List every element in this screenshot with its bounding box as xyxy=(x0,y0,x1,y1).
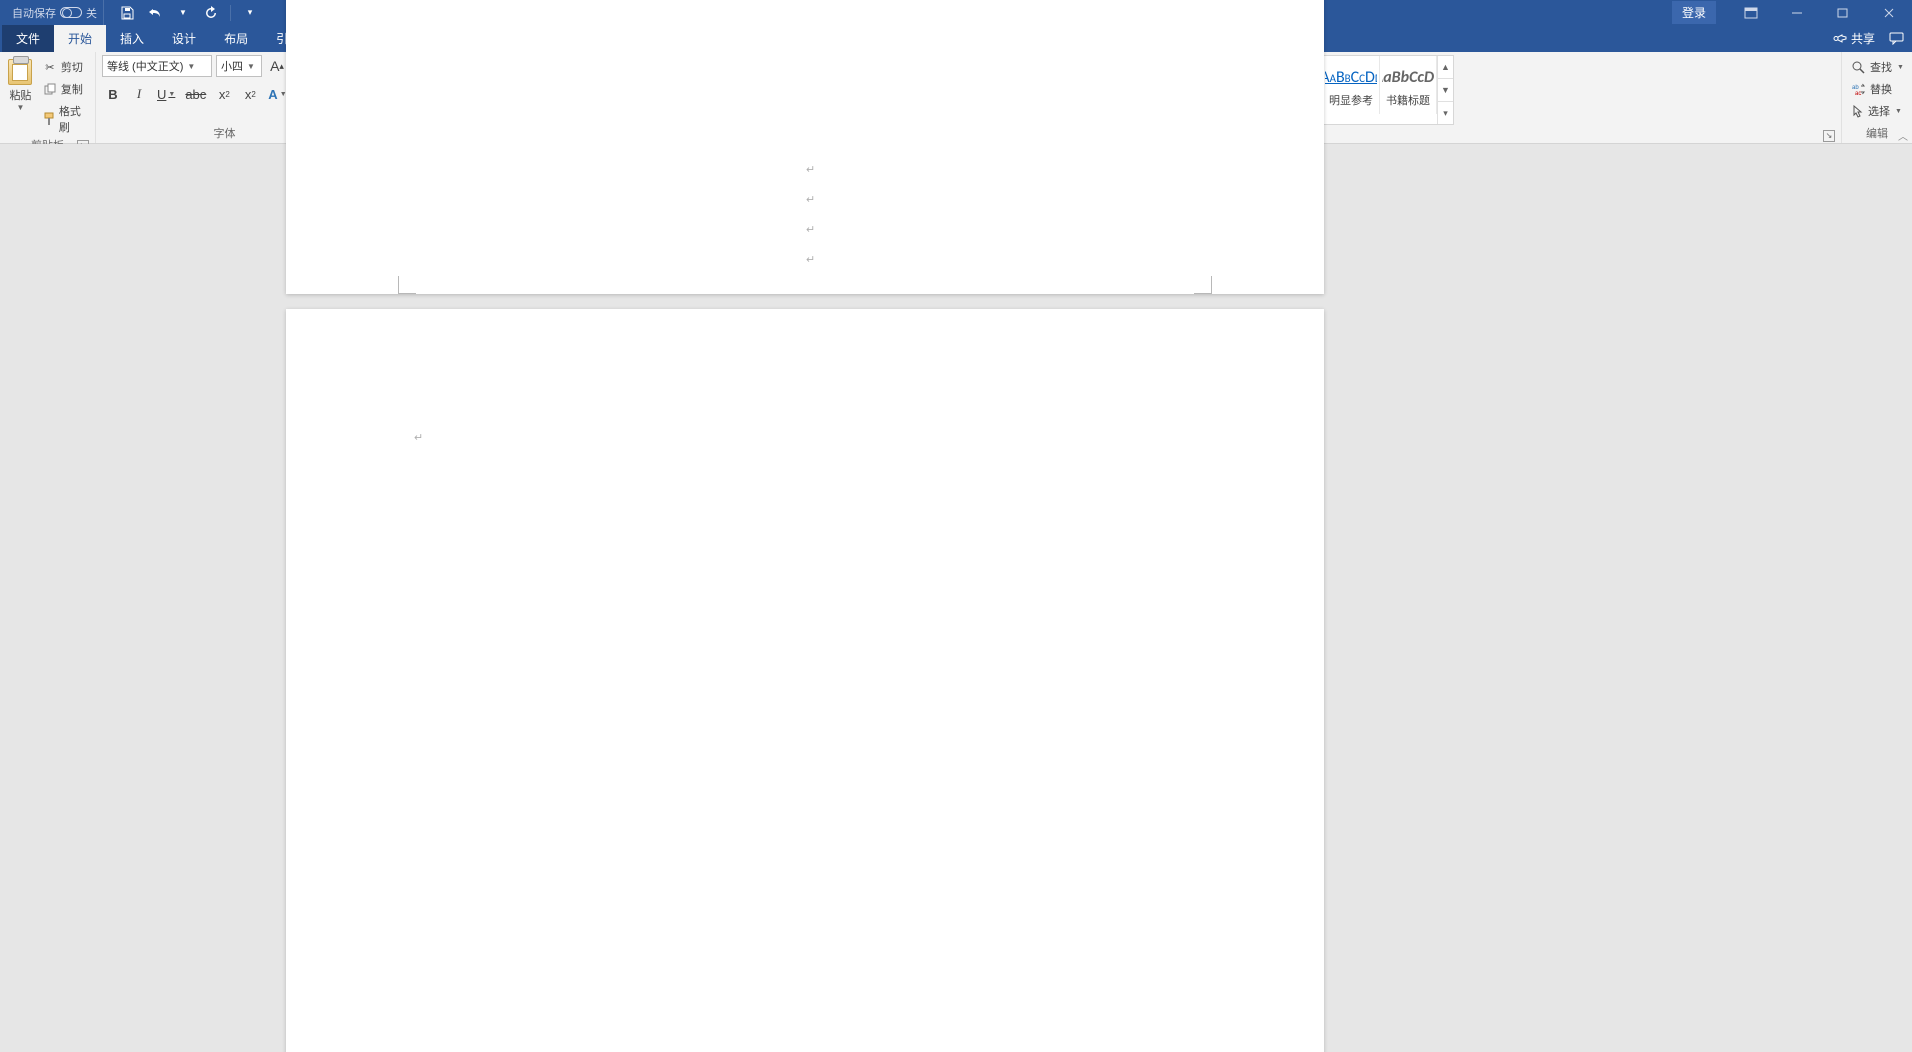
style-swatch[interactable]: AaBbCcDd明显参考 xyxy=(1323,56,1380,114)
tab-home[interactable]: 开始 xyxy=(54,25,106,52)
gallery-scroll: ▲▼▾ xyxy=(1437,56,1453,124)
paragraph-mark-icon: ↵ xyxy=(806,253,815,266)
margin-corner-icon xyxy=(1194,276,1212,294)
customize-qat-caret-icon[interactable]: ▾ xyxy=(241,4,259,22)
scissors-icon: ✂ xyxy=(43,60,57,74)
autosave-state: 关 xyxy=(86,5,97,21)
comment-icon xyxy=(1889,32,1904,45)
close-icon[interactable] xyxy=(1866,0,1912,25)
cursor-icon xyxy=(1852,105,1863,118)
gallery-more-button[interactable]: ▾ xyxy=(1437,101,1453,124)
tab-insert[interactable]: 插入 xyxy=(106,25,158,52)
margin-corner-icon xyxy=(398,276,416,294)
select-label: 选择 xyxy=(1868,103,1890,119)
underline-button[interactable]: U▼ xyxy=(154,83,178,105)
chevron-down-icon: ▼ xyxy=(187,62,195,71)
font-name-dropdown[interactable]: 等线 (中文正文) ▼ xyxy=(102,55,212,77)
autosave-toggle[interactable]: 自动保存 关 xyxy=(6,0,104,25)
share-button[interactable]: 共享 xyxy=(1833,30,1875,47)
share-label: 共享 xyxy=(1851,30,1875,47)
cut-label: 剪切 xyxy=(61,59,83,75)
bold-button[interactable]: B xyxy=(102,83,124,105)
copy-icon xyxy=(43,82,57,96)
chevron-down-icon: ▼ xyxy=(1895,108,1902,115)
search-icon xyxy=(1852,61,1865,74)
share-icon xyxy=(1833,32,1847,45)
format-painter-label: 格式刷 xyxy=(59,103,85,135)
chevron-down-icon: ▼ xyxy=(247,62,255,71)
comments-button[interactable] xyxy=(1889,32,1904,45)
replace-button[interactable]: abac 替换 xyxy=(1848,79,1896,99)
cut-button[interactable]: ✂ 剪切 xyxy=(39,57,89,77)
style-name: 书籍标题 xyxy=(1386,92,1430,108)
page-1[interactable]: ↵ ↵ ↵ ↵ xyxy=(286,0,1324,294)
copy-label: 复制 xyxy=(61,81,83,97)
strikethrough-button[interactable]: abc xyxy=(182,83,209,105)
style-preview: AaBbCcDd xyxy=(1325,62,1377,92)
paste-label: 粘贴 xyxy=(9,87,31,103)
style-preview: AaBbCcDd xyxy=(1382,62,1434,92)
gallery-up-button[interactable]: ▲ xyxy=(1437,56,1453,78)
paste-button[interactable]: 粘贴 ▼ xyxy=(6,55,35,112)
replace-icon: abac xyxy=(1852,83,1865,95)
undo-icon[interactable] xyxy=(146,4,164,22)
brush-icon xyxy=(43,112,55,126)
format-painter-button[interactable]: 格式刷 xyxy=(39,101,89,137)
ribbon-display-options-icon[interactable] xyxy=(1728,0,1774,25)
document-area[interactable]: ↵ ↵ ↵ ↵ ↵ xyxy=(0,144,1912,526)
select-button[interactable]: 选择 ▼ xyxy=(1848,101,1906,121)
subscript-button[interactable]: x2 xyxy=(213,83,235,105)
redo-icon[interactable] xyxy=(202,4,220,22)
tab-layout[interactable]: 布局 xyxy=(210,25,262,52)
gallery-down-button[interactable]: ▼ xyxy=(1437,78,1453,101)
font-size-value: 小四 xyxy=(221,58,243,74)
grow-font-button[interactable]: A▴ xyxy=(266,55,288,77)
paragraph-mark-icon: ↵ xyxy=(806,223,815,236)
undo-more-caret-icon[interactable]: ▼ xyxy=(174,4,192,22)
replace-label: 替换 xyxy=(1870,81,1892,97)
separator xyxy=(230,5,231,21)
paragraph-mark-icon: ↵ xyxy=(414,431,423,444)
style-swatch[interactable]: AaBbCcDd书籍标题 xyxy=(1380,56,1437,114)
chevron-down-icon: ▼ xyxy=(1897,64,1904,71)
italic-button[interactable]: I xyxy=(128,83,150,105)
tab-file[interactable]: 文件 xyxy=(2,25,54,52)
paste-icon xyxy=(8,59,32,85)
font-size-dropdown[interactable]: 小四 ▼ xyxy=(216,55,262,77)
quick-access-toolbar: ▼ ▾ xyxy=(110,4,267,22)
group-clipboard: 粘贴 ▼ ✂ 剪切 复制 格式刷 xyxy=(0,52,96,143)
toggle-pill-icon xyxy=(60,7,82,18)
group-label-editing: 编辑 xyxy=(1866,128,1888,140)
tab-design[interactable]: 设计 xyxy=(158,25,210,52)
superscript-button[interactable]: x2 xyxy=(239,83,261,105)
copy-button[interactable]: 复制 xyxy=(39,79,89,99)
collapse-ribbon-button[interactable]: ︿ xyxy=(1898,128,1908,143)
save-icon[interactable] xyxy=(118,4,136,22)
find-label: 查找 xyxy=(1870,59,1892,75)
page-2[interactable]: ↵ xyxy=(286,309,1324,1052)
chevron-down-icon: ▼ xyxy=(16,103,24,112)
style-name: 明显参考 xyxy=(1329,92,1373,108)
autosave-label: 自动保存 xyxy=(12,5,56,21)
maximize-icon[interactable] xyxy=(1820,0,1866,25)
font-name-value: 等线 (中文正文) xyxy=(107,58,183,74)
paragraph-mark-icon: ↵ xyxy=(806,163,815,176)
svg-text:ac: ac xyxy=(1855,91,1861,95)
sign-in-button[interactable]: 登录 xyxy=(1672,1,1716,24)
group-label-font: 字体 xyxy=(214,128,236,140)
chevron-down-icon: ▼ xyxy=(168,91,175,98)
dialog-launcher-styles[interactable]: ↘ xyxy=(1823,130,1835,142)
paragraph-mark-icon: ↵ xyxy=(806,193,815,206)
find-button[interactable]: 查找 ▼ xyxy=(1848,57,1908,77)
minimize-icon[interactable] xyxy=(1774,0,1820,25)
